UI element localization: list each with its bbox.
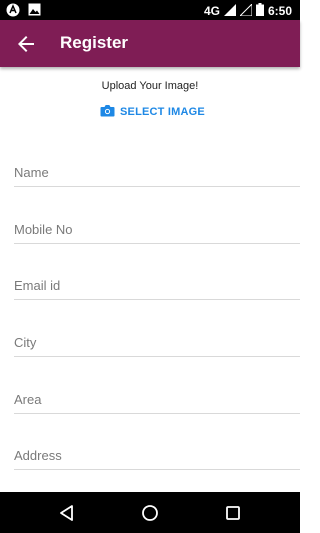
nav-back-button[interactable] [57, 503, 77, 523]
area-input[interactable] [14, 392, 294, 407]
network-type-label: 4G [203, 4, 220, 18]
battery-icon [255, 3, 264, 19]
area-field [14, 373, 300, 414]
signal-secondary-icon [238, 2, 253, 19]
back-button[interactable] [14, 32, 38, 56]
circle-home-icon [140, 505, 160, 527]
app-bar: Register [0, 20, 300, 67]
name-input[interactable] [14, 165, 294, 180]
page-title: Register [60, 33, 129, 52]
square-recents-icon [223, 506, 243, 527]
name-field [14, 146, 300, 187]
signal-icon [223, 3, 236, 19]
triangle-back-icon [57, 505, 77, 527]
clock-text: 6:50 [267, 4, 292, 18]
email-field [14, 259, 300, 300]
address-field [14, 429, 300, 470]
nav-recents-button[interactable] [223, 503, 243, 523]
city-field [14, 316, 300, 357]
system-nav-bar [0, 492, 300, 533]
status-bar: 4G 6:50 [0, 0, 300, 20]
address-input[interactable] [14, 448, 294, 463]
mobile-input[interactable] [14, 222, 294, 237]
select-image-button[interactable]: SELECT IMAGE [100, 103, 205, 121]
camera-icon [100, 104, 115, 120]
email-input[interactable] [14, 278, 294, 293]
upload-caption: Upload Your Image! [101, 80, 199, 92]
arrow-back-icon [14, 36, 38, 60]
city-input[interactable] [14, 335, 294, 350]
select-image-label: SELECT IMAGE [120, 106, 205, 118]
mobile-field [14, 203, 300, 244]
nav-home-button[interactable] [140, 503, 160, 523]
